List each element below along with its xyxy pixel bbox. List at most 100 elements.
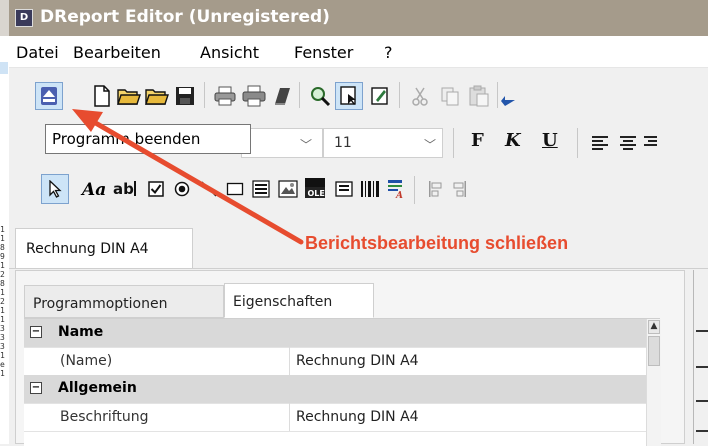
undo-button[interactable] (501, 83, 515, 109)
property-row-name[interactable]: (Name) Rechnung DIN A4 (24, 347, 646, 376)
align-objects-right-button[interactable] (449, 176, 469, 202)
magnifier-icon (311, 87, 331, 107)
book-button[interactable] (269, 83, 295, 109)
background-window-title (0, 0, 9, 36)
property-row-beschriftung[interactable]: Beschriftung Rechnung DIN A4 (24, 403, 646, 432)
ole-object-tool-button[interactable]: OLE (302, 175, 328, 201)
image-tool-button[interactable] (275, 176, 301, 202)
collapse-icon[interactable]: − (30, 326, 42, 338)
align-objects-left-icon (429, 181, 442, 197)
menu-bearbeiten[interactable]: Bearbeiten (73, 43, 161, 62)
menu-fenster[interactable]: Fenster (294, 43, 353, 62)
ruler-tick (696, 366, 708, 368)
copy-icon (441, 87, 459, 106)
property-name: (Name) (60, 353, 113, 369)
rectangle-icon (226, 182, 244, 196)
new-document-icon (94, 85, 110, 107)
font-size-value: 11 (334, 135, 352, 151)
category-label: Allgemein (58, 380, 137, 396)
edit-page-icon (371, 87, 388, 105)
category-row-name[interactable]: − Name (24, 319, 646, 348)
checkbox-tool-button[interactable] (143, 176, 169, 202)
align-left-icon (592, 136, 608, 150)
tools-toolbar: Aa ab OLE A (9, 166, 708, 215)
paste-button[interactable] (466, 83, 492, 109)
background-window-highlight (0, 62, 8, 74)
open-recent-icon (145, 89, 169, 105)
menu-ansicht[interactable]: Ansicht (200, 43, 259, 62)
rich-text-tool-button[interactable]: A (384, 176, 410, 202)
font-name-combo[interactable]: ﹀ (241, 128, 323, 158)
text-field-icon: ab (113, 180, 136, 198)
app-window: D DReport Editor (Unregistered) Datei Be… (9, 0, 708, 446)
image-icon (278, 180, 298, 198)
select-page-button[interactable] (335, 82, 363, 110)
scroll-up-arrow-icon[interactable]: ▲ (648, 320, 660, 334)
menu-datei[interactable]: Datei (16, 43, 59, 62)
main-toolbar (9, 68, 708, 121)
collapse-icon[interactable]: − (30, 382, 42, 394)
ruler-tick (696, 430, 708, 432)
tab-rechnung-din-a4[interactable]: Rechnung DIN A4 (15, 228, 193, 268)
ruler-tick (696, 330, 708, 332)
scissors-icon (412, 87, 428, 106)
open-recent-button[interactable] (144, 83, 170, 109)
radio-button-icon (174, 181, 190, 197)
column-divider (289, 347, 290, 375)
app-icon[interactable]: D (15, 9, 33, 27)
tab-programmoptionen[interactable]: Programmoptionen (24, 285, 224, 318)
cut-button[interactable] (407, 83, 433, 109)
list-tool-button[interactable] (248, 176, 274, 202)
undo-icon (501, 96, 515, 106)
bold-button[interactable]: F (471, 130, 484, 151)
rich-text-icon: A (388, 180, 403, 199)
category-row-allgemein[interactable]: − Allgemein (24, 375, 646, 404)
edit-page-button[interactable] (367, 83, 393, 109)
tab-eigenschaften[interactable]: Eigenschaften (224, 283, 374, 318)
print-preview-button[interactable] (212, 83, 238, 109)
printer-icon (214, 86, 236, 106)
svg-text:OLE: OLE (308, 189, 325, 198)
exit-program-button[interactable] (35, 82, 63, 110)
italic-button[interactable]: K (505, 130, 521, 151)
scroll-thumb[interactable] (648, 336, 660, 366)
toolbar-separator (299, 82, 300, 108)
column-divider (289, 403, 290, 431)
property-name: Beschriftung (60, 409, 149, 425)
text-field-tool-button[interactable]: ab (113, 176, 139, 202)
table-icon (335, 181, 353, 197)
eject-icon (41, 87, 57, 105)
title-bar[interactable]: D DReport Editor (Unregistered) (9, 0, 708, 36)
open-folder-button[interactable] (116, 83, 142, 109)
new-document-button[interactable] (89, 83, 115, 109)
underline-button[interactable]: U (542, 130, 558, 151)
font-size-combo[interactable]: 11 ﹀ (323, 128, 443, 158)
align-right-button[interactable] (643, 130, 657, 156)
zoom-button[interactable] (307, 83, 333, 109)
rectangle-tool-button[interactable] (222, 176, 248, 202)
property-value[interactable]: Rechnung DIN A4 (296, 409, 419, 425)
property-value[interactable]: Rechnung DIN A4 (296, 353, 419, 369)
checkbox-icon (148, 181, 164, 197)
text-tool-button[interactable]: Aa (82, 180, 106, 200)
print-button[interactable] (241, 83, 267, 109)
align-right-icon (644, 136, 657, 146)
line-icon (201, 181, 217, 197)
chevron-down-icon[interactable]: ﹀ (300, 136, 312, 153)
save-button[interactable] (172, 83, 198, 109)
radio-tool-button[interactable] (169, 176, 195, 202)
copy-button[interactable] (437, 83, 463, 109)
pointer-tool-button[interactable] (41, 174, 69, 204)
table-tool-button[interactable] (331, 176, 357, 202)
align-center-button[interactable] (615, 130, 641, 156)
menu-help[interactable]: ? (384, 43, 393, 62)
vertical-scrollbar[interactable]: ▲ (646, 319, 661, 446)
chevron-down-icon[interactable]: ﹀ (424, 136, 436, 153)
align-objects-left-button[interactable] (423, 176, 449, 202)
toolbar-separator (399, 82, 400, 108)
align-left-button[interactable] (587, 130, 613, 156)
toolbar-separator (453, 128, 454, 158)
barcode-tool-button[interactable] (357, 176, 383, 202)
line-tool-button[interactable] (196, 176, 222, 202)
svg-text:A: A (395, 191, 403, 199)
